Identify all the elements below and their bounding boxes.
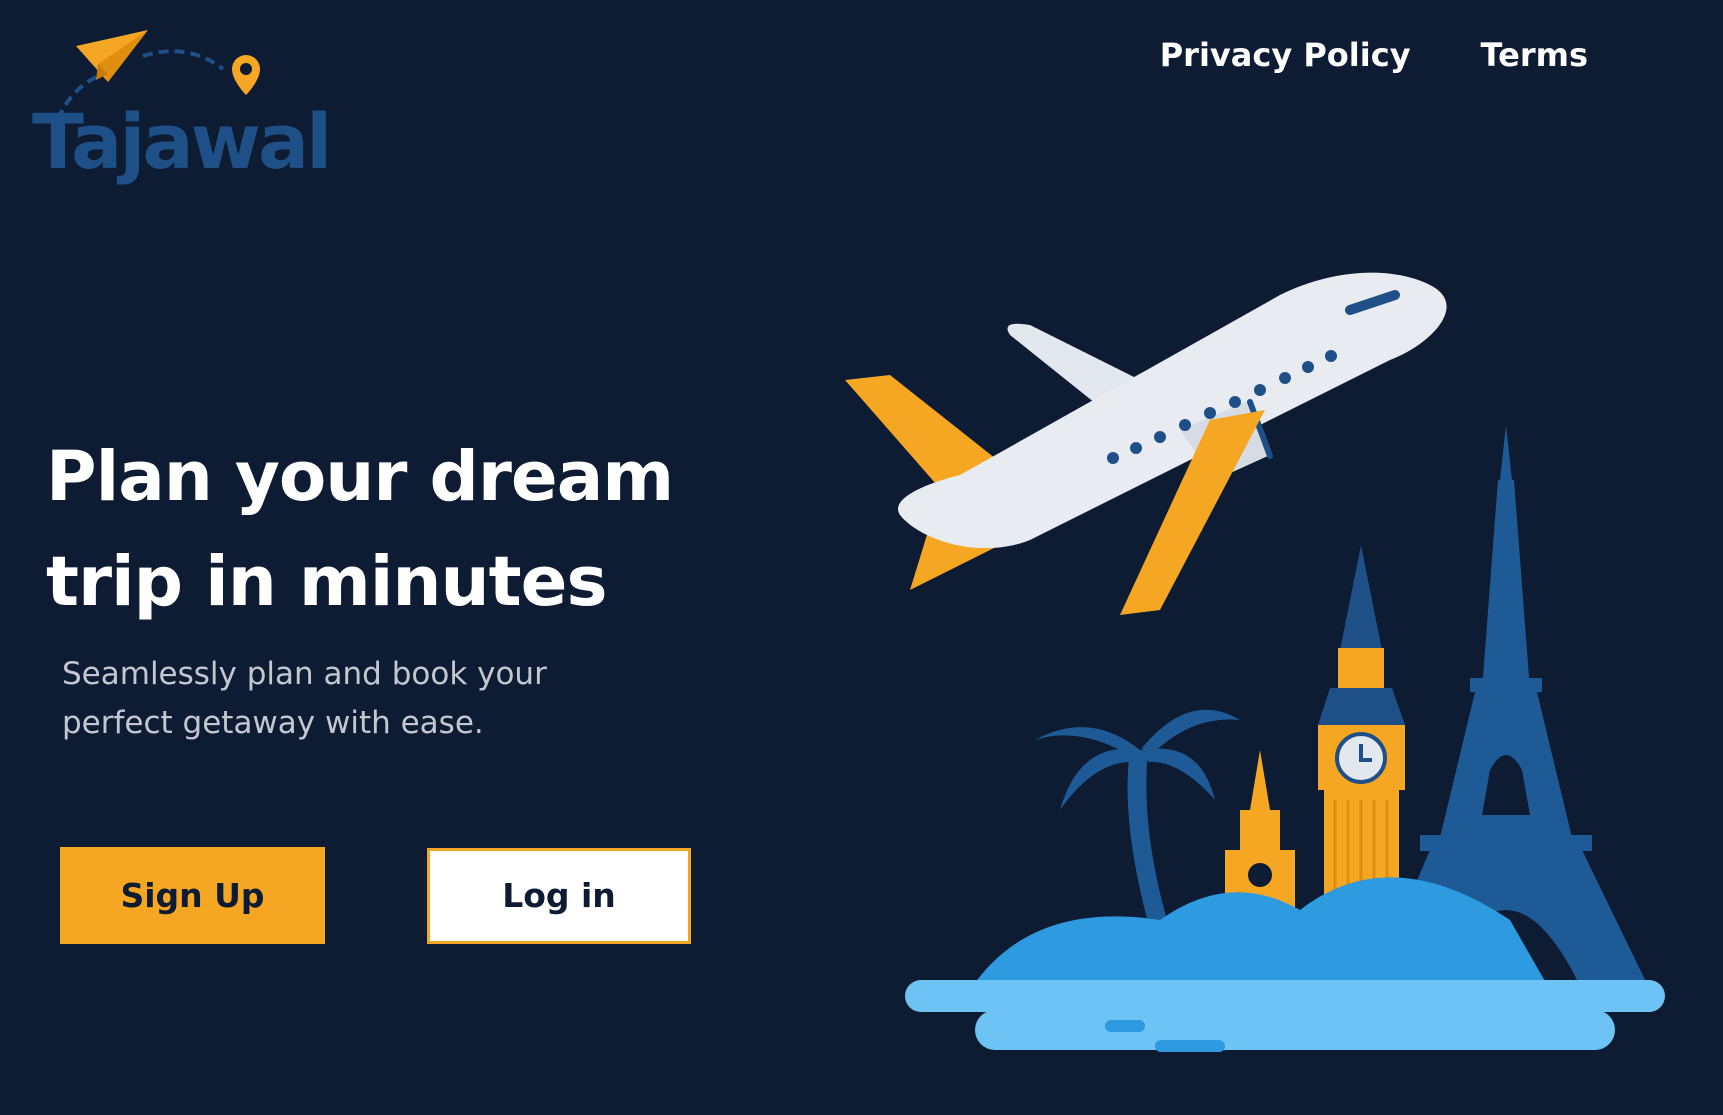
hero-subtext-line-1: Seamlessly plan and book your — [62, 656, 547, 692]
hero-subtext: Seamlessly plan and book your perfect ge… — [62, 650, 622, 748]
top-nav: Privacy Policy Terms — [1160, 36, 1588, 74]
terms-link[interactable]: Terms — [1481, 36, 1588, 74]
brand-logo[interactable]: Tajawal — [28, 24, 332, 194]
paper-plane-icon — [76, 30, 148, 82]
landing-page: Tajawal Privacy Policy Terms Plan your d… — [0, 0, 1723, 1115]
hero-headline-line-2: trip in minutes — [46, 542, 608, 622]
privacy-policy-link[interactable]: Privacy Policy — [1160, 36, 1411, 74]
airplane-icon — [845, 272, 1447, 615]
travel-illustration — [845, 272, 1665, 1052]
hero-subtext-line-2: perfect getaway with ease. — [62, 705, 484, 741]
hero-headline-line-1: Plan your dream — [46, 437, 674, 517]
logo-wordmark: Tajawal — [32, 97, 332, 186]
log-in-button[interactable]: Log in — [427, 848, 691, 944]
location-pin-icon — [232, 55, 260, 95]
hero-headline: Plan your dream trip in minutes — [46, 425, 746, 635]
sign-up-button[interactable]: Sign Up — [60, 847, 325, 944]
